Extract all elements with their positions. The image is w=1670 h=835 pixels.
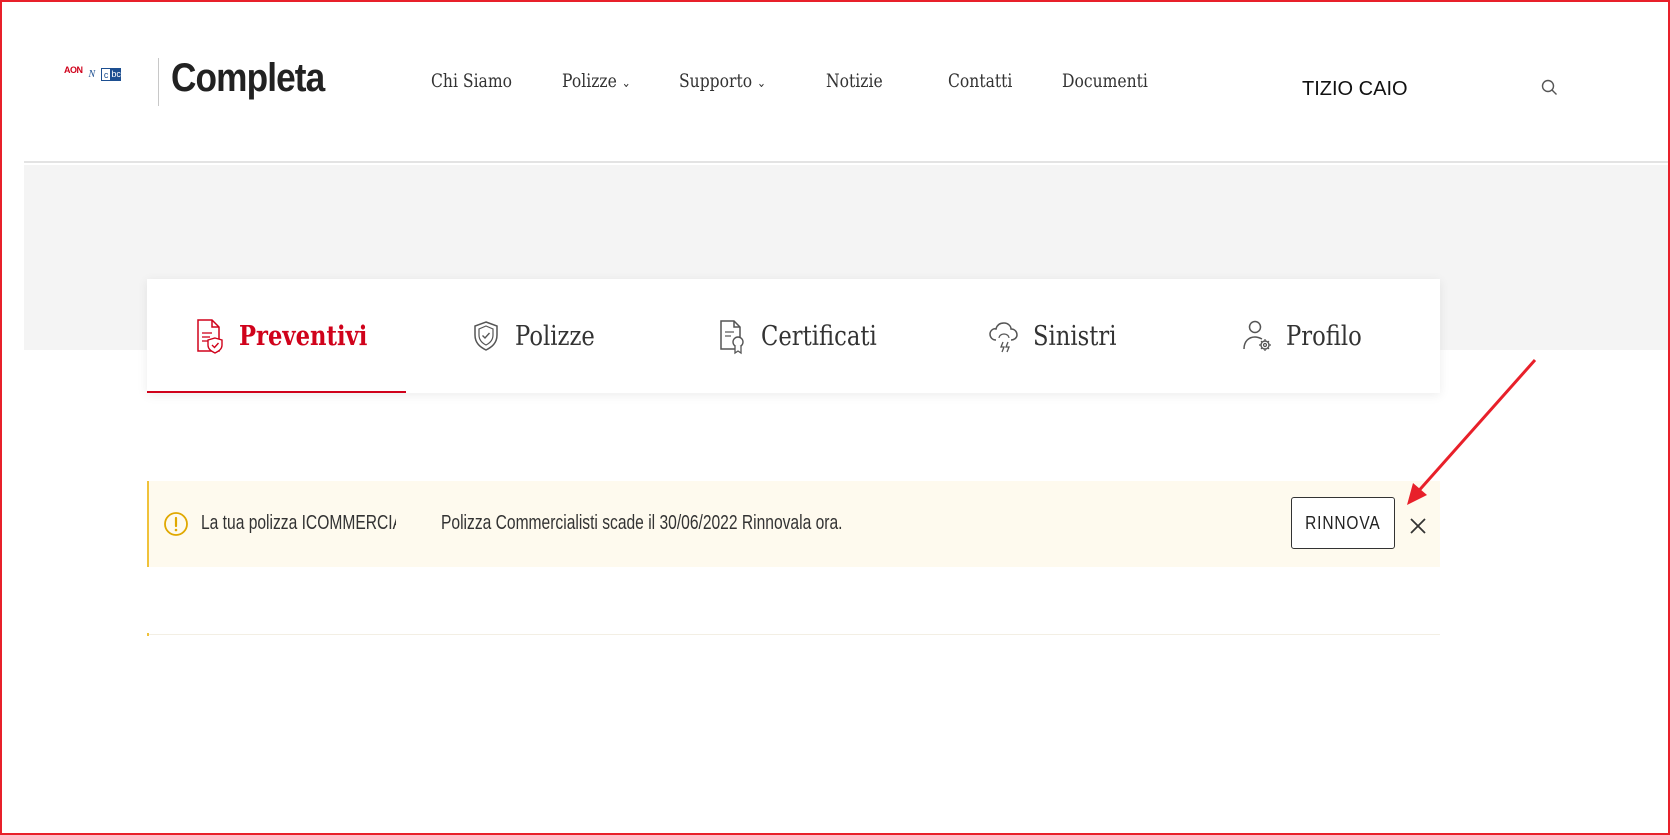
nav-chi-siamo[interactable]: Chi Siamo: [431, 70, 512, 92]
aon-logo: AON: [64, 65, 83, 75]
dashboard-tabs: Preventivi Polizze Certificati Sinistri: [147, 279, 1440, 393]
renew-button[interactable]: RINNOVA: [1291, 497, 1395, 549]
tab-certificati[interactable]: Certificati: [715, 279, 899, 393]
tab-sinistri[interactable]: Sinistri: [987, 279, 1132, 393]
quote-document-icon: [197, 319, 223, 354]
tab-polizze[interactable]: Polizze: [469, 279, 610, 393]
content-divider-accent: [147, 633, 149, 636]
n-logo: N: [88, 68, 96, 80]
nav-contatti[interactable]: Contatti: [948, 70, 1012, 92]
partner-logos[interactable]: AON N c bc: [64, 65, 122, 82]
chevron-down-icon: ⌄: [757, 76, 766, 91]
search-icon[interactable]: [1540, 78, 1560, 98]
close-icon[interactable]: [1407, 515, 1429, 537]
logo-divider: [158, 58, 159, 106]
alert-message-part1: La tua polizza ICOMMERCIALISTI: [201, 512, 396, 534]
tab-preventivi[interactable]: Preventivi: [193, 279, 392, 393]
nav-documenti[interactable]: Documenti: [1062, 70, 1148, 92]
chevron-down-icon: ⌄: [621, 76, 631, 91]
certificate-icon: [720, 320, 744, 355]
alert-message-part2: Polizza Commercialisti scade il 30/06/20…: [441, 512, 843, 534]
nav-polizze[interactable]: Polizze ⌄: [562, 70, 631, 92]
user-name[interactable]: TIZIO CAIO: [1302, 78, 1408, 101]
nav-supporto[interactable]: Supporto ⌄: [679, 70, 766, 92]
brand-logo[interactable]: Completa: [171, 56, 325, 101]
active-tab-indicator: [147, 391, 406, 393]
content-divider: [147, 634, 1440, 635]
user-settings-icon: [1243, 320, 1271, 351]
shield-check-icon: [474, 321, 498, 351]
cbc-logo: c bc: [101, 67, 122, 81]
site-header: AON N c bc Completa Chi Siamo Polizze ⌄ S…: [24, 0, 1670, 163]
renewal-alert: La tua polizza ICOMMERCIALISTI Polizza C…: [147, 481, 1440, 567]
tab-profilo[interactable]: Profilo: [1240, 279, 1376, 393]
warning-icon: [164, 512, 188, 536]
storm-cloud-icon: [989, 322, 1018, 353]
nav-notizie[interactable]: Notizie: [826, 70, 883, 92]
